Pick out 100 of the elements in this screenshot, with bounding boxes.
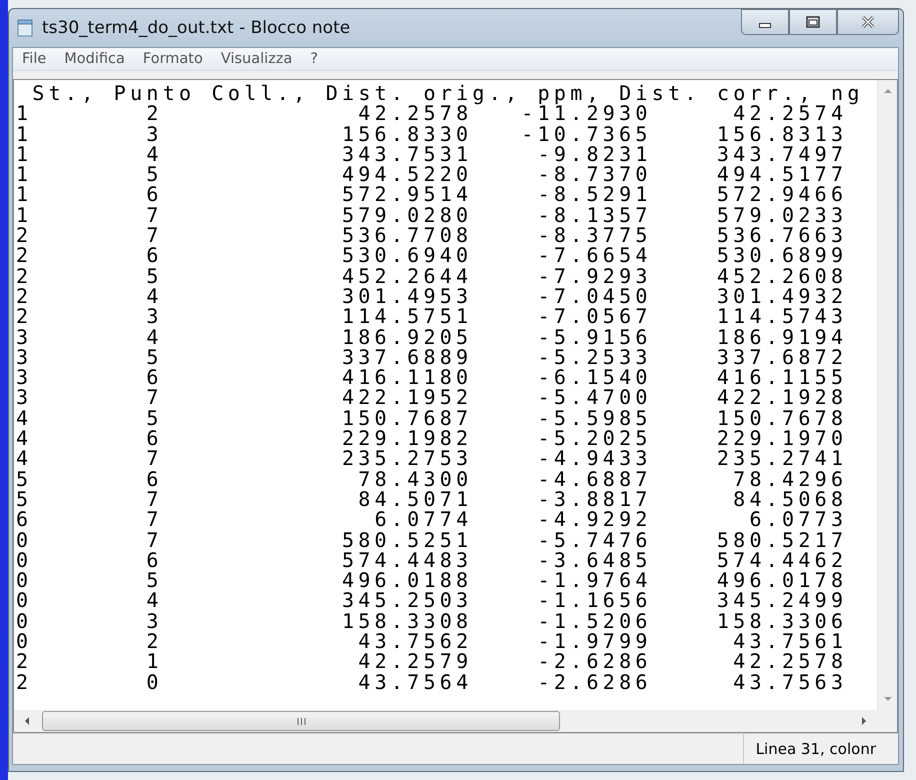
text-cell-text: 4 <box>16 428 34 448</box>
text-cell-text: 416.1155 <box>716 367 848 388</box>
text-cell-text: 0 <box>16 530 34 550</box>
text-cell: 0 <box>146 672 163 692</box>
text-cell: 5 <box>146 266 163 286</box>
text-cell-text: 2 <box>16 286 34 306</box>
text-cell-text: 6.0774 <box>374 509 472 530</box>
text-cell: 7 <box>146 488 163 510</box>
text-cell-text: -5.4700 <box>536 387 652 408</box>
scroll-left-icon[interactable] <box>24 716 30 726</box>
text-cell: 3 <box>146 610 163 632</box>
text-cell: 7 <box>146 225 163 246</box>
text-cell-text: 2 <box>16 672 34 692</box>
text-cell: 3 <box>146 124 163 144</box>
text-cell-text: 84.5068 <box>732 488 848 510</box>
text-cell: 7 <box>146 530 163 550</box>
text-cell-text: -8.3775 <box>536 225 652 246</box>
text-cell: 4 <box>146 286 163 306</box>
scroll-right-icon[interactable] <box>861 716 867 726</box>
text-cell-text: 574.4483 <box>340 550 472 570</box>
text-cell-text: -7.0567 <box>536 306 652 327</box>
menu-item[interactable]: File <box>13 51 56 67</box>
text-cell-text: 42.2578 <box>357 103 472 124</box>
text-cell-text: 580.5251 <box>340 530 472 550</box>
menu-item[interactable]: Formato <box>134 51 212 67</box>
text-cell: 2 <box>146 631 163 652</box>
text-cell-text: -1.1656 <box>536 590 652 611</box>
text-cell-text: 343.7497 <box>716 144 848 164</box>
scroll-thumb[interactable] <box>42 711 560 731</box>
text-cell-text: -5.5985 <box>536 408 652 428</box>
text-cell-text: 572.9514 <box>340 184 472 205</box>
text-cell-text: 301.4953 <box>340 286 472 306</box>
maximize-button[interactable] <box>789 9 837 35</box>
text-cell-text: -5.2025 <box>536 428 652 448</box>
text-cell-text: 158.3308 <box>340 610 472 632</box>
text-cell-text: 2 <box>16 245 34 266</box>
grip-icon <box>296 718 306 724</box>
text-cell-text: 337.6889 <box>340 346 472 368</box>
text-cell-text: 78.4300 <box>357 468 472 489</box>
text-cell-text: 42.2579 <box>357 651 472 672</box>
text-cell-text: 114.5751 <box>340 306 472 327</box>
text-cell-text: 3 <box>16 346 34 368</box>
text-cell-text: -4.6887 <box>536 468 652 489</box>
text-cell-text: 2 <box>16 225 34 246</box>
text-cell-text: 84.5071 <box>357 488 472 510</box>
text-cell: 7 <box>146 387 163 408</box>
text-cell-text: 3 <box>16 367 34 388</box>
text-cell-text: 530.6940 <box>340 245 472 266</box>
text-cell-text: 1 <box>16 144 34 164</box>
text-cell-text: 494.5220 <box>340 164 472 184</box>
text-cell: 4 <box>146 590 163 611</box>
text-cell-text: -7.9293 <box>536 266 652 286</box>
text-cell-text: -9.8231 <box>536 144 652 164</box>
text-cell: 6 <box>146 245 163 266</box>
text-cell: 6 <box>146 428 163 448</box>
text-cell-text: 0 <box>16 570 34 590</box>
text-cell-text: 580.5217 <box>716 530 848 550</box>
text-cell-text: 156.8330 <box>340 124 472 144</box>
minimize-button[interactable] <box>741 9 789 35</box>
text-cell-text: 158.3306 <box>716 610 848 632</box>
text-cell-text: -8.5291 <box>536 184 652 205</box>
text-cell-text: -7.0450 <box>536 286 652 306</box>
text-cell: 7 <box>146 204 163 226</box>
text-cell: 7 <box>146 509 163 530</box>
text-cell-text: -6.1540 <box>536 367 652 388</box>
text-cell-text: 530.6899 <box>716 245 848 266</box>
text-cell-text: 1 <box>16 164 34 184</box>
text-cell-text: 43.7563 <box>732 672 848 692</box>
text-cell-text: -3.8817 <box>536 488 652 510</box>
text-cell-text: -5.7476 <box>536 530 652 550</box>
vertical-scrollbar[interactable] <box>877 80 897 710</box>
menu-item[interactable]: Visualizza <box>212 51 302 67</box>
text-cell-text: 0 <box>16 610 34 632</box>
menu-item[interactable]: Modifica <box>55 51 134 67</box>
text-cell-text: 422.1928 <box>716 387 848 408</box>
text-cell-text: 6.0773 <box>748 509 848 530</box>
text-cell-text: 422.1952 <box>340 387 472 408</box>
text-cell-text: -1.9764 <box>536 570 652 590</box>
minimize-icon <box>759 23 771 28</box>
text-cell: 5 <box>146 408 163 428</box>
text-cell-text: 43.7564 <box>357 672 472 692</box>
scroll-down-icon[interactable] <box>882 696 892 702</box>
text-cell-text: 572.9466 <box>716 184 848 205</box>
close-button[interactable] <box>837 9 899 35</box>
text-cell: 6 <box>146 184 163 205</box>
horizontal-scrollbar[interactable] <box>14 710 877 732</box>
text-cell-text: 3 <box>16 387 34 408</box>
text-cell-text: -3.6485 <box>536 550 652 570</box>
text-cell-text: 6 <box>16 509 34 530</box>
text-cell-text: 579.0280 <box>340 204 472 226</box>
text-cell-text: -2.6286 <box>536 672 652 692</box>
text-cell-text: 156.8313 <box>716 124 848 144</box>
text-cell-text: -11.2930 <box>520 103 652 124</box>
menu-item[interactable]: ? <box>301 51 327 67</box>
text-cell-text: -1.5206 <box>536 610 652 632</box>
text-cell-text: 536.7663 <box>716 225 848 246</box>
text-cell-text: 345.2503 <box>340 590 472 611</box>
scroll-up-icon[interactable] <box>882 88 892 94</box>
text-cell: 1 <box>146 651 163 672</box>
text-cell-text: -4.9292 <box>536 509 652 530</box>
